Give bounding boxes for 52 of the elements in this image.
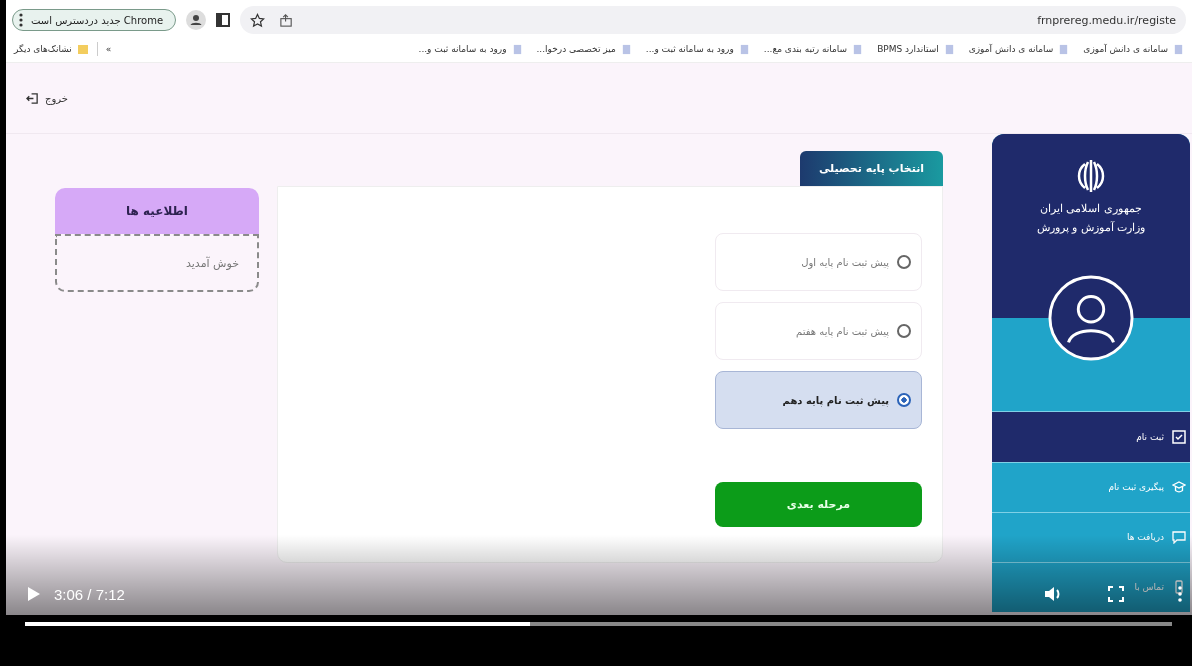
grade-option[interactable]: پیش ثبت نام پایه هفتم <box>715 302 922 360</box>
bookmark-link[interactable]: سامانه ی دانش آموزی <box>1083 43 1184 55</box>
update-chip[interactable]: Chrome جدید دردسترس است <box>12 9 177 31</box>
page-icon <box>943 43 955 55</box>
more-icon[interactable] <box>1178 586 1182 602</box>
organization-name: جمهوری اسلامی ایران <box>1040 202 1142 215</box>
url-text: frnprereg.medu.ir/registe <box>1037 13 1176 27</box>
page-icon <box>511 43 523 55</box>
play-icon[interactable] <box>28 587 40 601</box>
bookmark-link[interactable]: ورود به سامانه ثبت و... <box>645 43 750 55</box>
page-icon <box>738 43 750 55</box>
radio-button[interactable] <box>897 255 911 269</box>
page-icon <box>1173 43 1184 55</box>
page-icon <box>852 43 864 55</box>
address-bar[interactable]: frnprereg.medu.ir/registe <box>240 6 1186 34</box>
checkbox-icon <box>1172 430 1186 445</box>
bookmark-link[interactable]: ورود به سامانه ثبت و... <box>418 43 523 55</box>
organization-name: وزارت آموزش و پرورش <box>1036 221 1146 234</box>
progress-track[interactable] <box>25 622 1172 626</box>
section-tab[interactable]: انتخاب پایه تحصیلی <box>800 151 943 186</box>
chat-icon <box>1172 530 1186 545</box>
bookmark-link[interactable]: نشانک‌های دیگر <box>14 43 89 55</box>
notice-text: خوش آمدید <box>186 256 239 270</box>
phone-icon <box>1172 580 1186 595</box>
sidebar-icon[interactable] <box>216 13 231 27</box>
more-bookmarks-button[interactable]: » <box>105 44 112 54</box>
sidebar-item[interactable]: ثبت نام <box>992 411 1190 462</box>
bookmark-link[interactable]: میز تخصصی درخوا... <box>536 43 632 55</box>
bookmark-link[interactable]: سامانه رتبه بندی مع... <box>763 43 864 55</box>
share-icon[interactable] <box>279 12 295 28</box>
option-label: پیش ثبت نام پایه اول <box>801 256 889 268</box>
grade-option[interactable]: پیش ثبت نام پایه اول <box>715 233 922 291</box>
notice-header: اطلاعیه ها <box>55 188 259 234</box>
page-icon <box>1058 43 1070 55</box>
folder-icon <box>76 43 89 55</box>
profile-icon[interactable] <box>186 10 207 30</box>
playback-time: 3:06 / 7:12 <box>54 585 125 603</box>
radio-button[interactable] <box>897 324 911 338</box>
fullscreen-icon[interactable] <box>1108 586 1124 602</box>
update-text: Chrome جدید دردسترس است <box>31 14 164 26</box>
logout-link[interactable]: خروج <box>26 91 68 105</box>
menu-icon[interactable] <box>19 13 23 27</box>
logout-icon <box>26 91 39 105</box>
option-label: پیش ثبت نام پایه هفتم <box>796 325 889 337</box>
radio-button[interactable] <box>897 393 911 407</box>
star-icon[interactable] <box>250 12 266 28</box>
grade-option[interactable]: پیش ثبت نام پایه دهم <box>715 371 922 429</box>
bookmark-link[interactable]: استاندارد BPMS <box>877 43 955 55</box>
bookmark-link[interactable]: سامانه ی دانش آموزی <box>968 43 1070 55</box>
option-label: پیش ثبت نام پایه دهم <box>782 394 889 406</box>
graduation-cap-icon <box>1172 480 1186 495</box>
page-icon <box>620 43 632 55</box>
